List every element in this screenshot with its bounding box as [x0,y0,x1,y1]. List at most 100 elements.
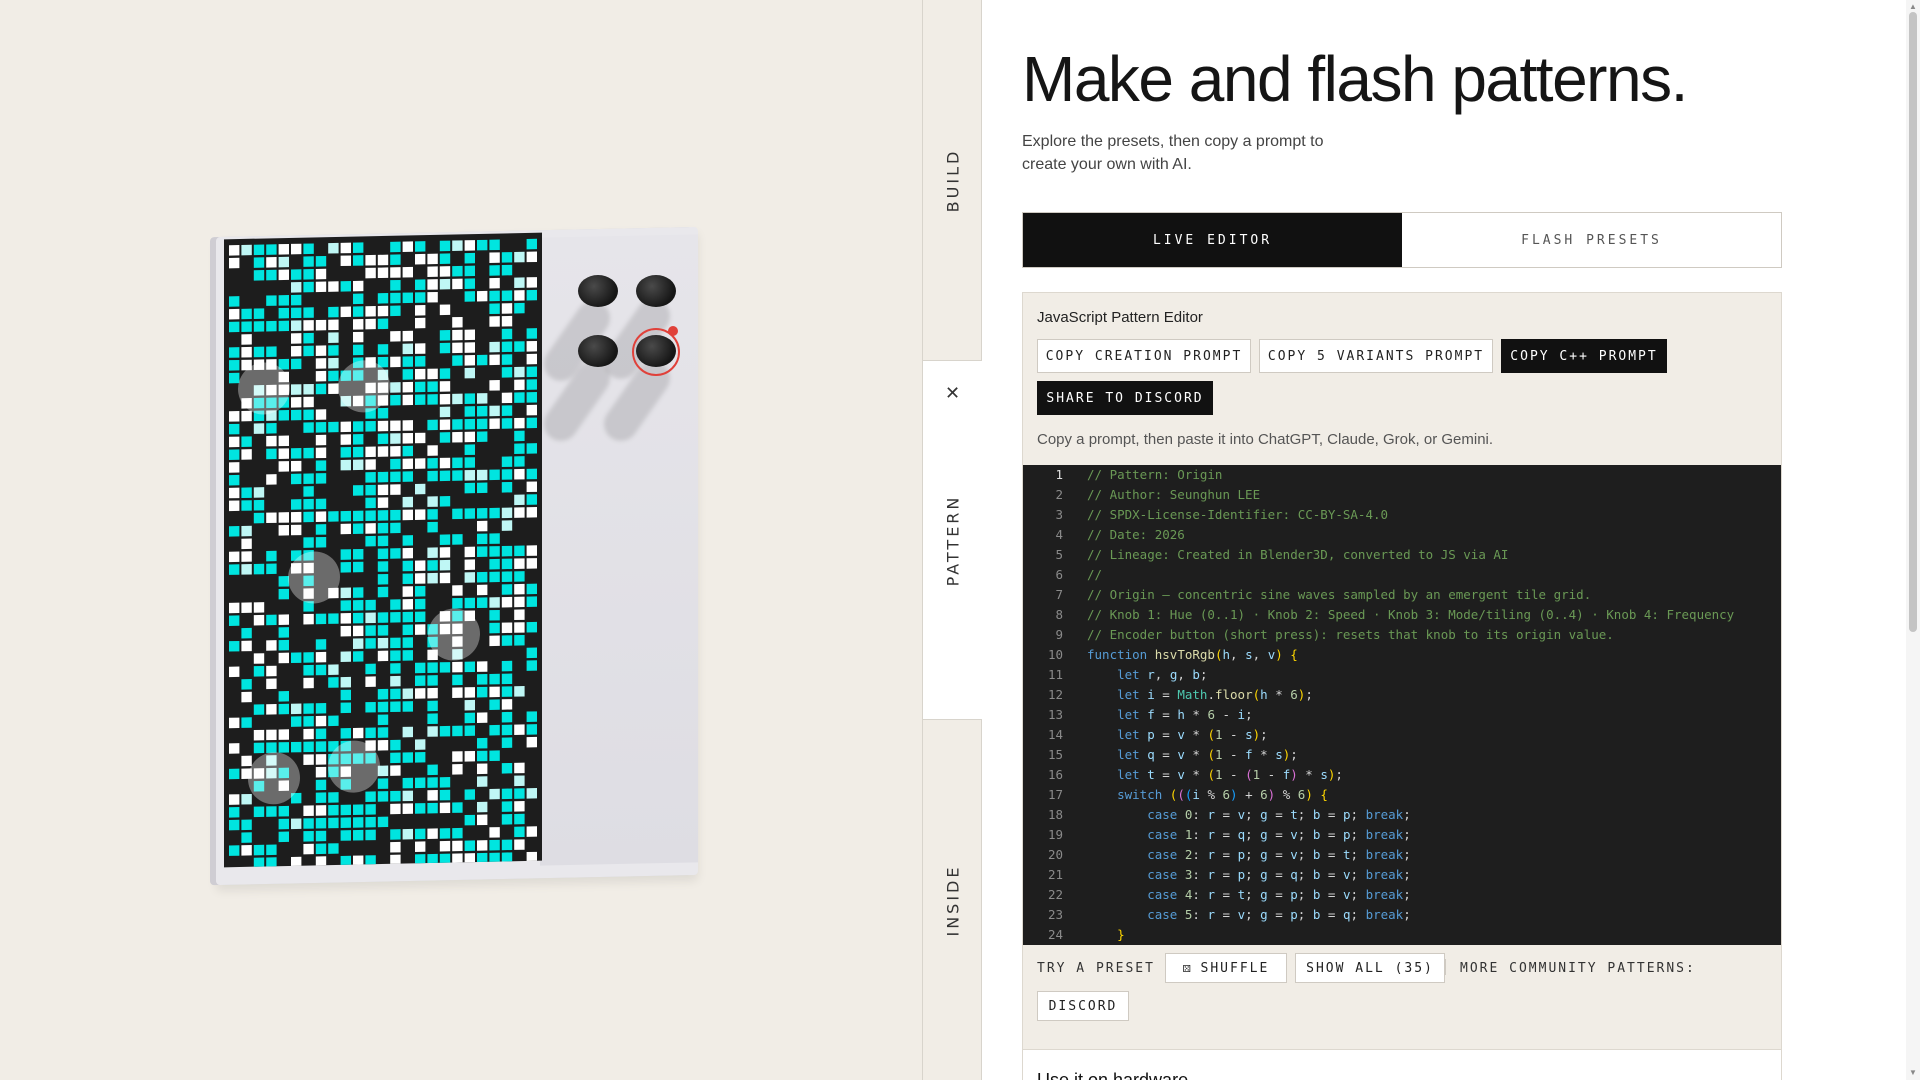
led-pixel [229,462,240,473]
led-pixel [489,507,500,519]
led-pixel [415,394,426,405]
led-pixel [353,293,364,305]
scrollbar[interactable]: ▲ ▼ [1906,0,1920,1080]
code-line[interactable]: 23 case 5: r = v; g = p; b = q; break; [1023,905,1781,925]
led-pixel [340,561,351,573]
led-pixel [315,766,327,778]
code-line[interactable]: 24 } [1023,925,1781,945]
code-line[interactable]: 5 // Lineage: Created in Blender3D, conve… [1023,545,1781,565]
led-pixel [229,819,240,831]
led-pixel [477,661,488,672]
led-pixel [266,512,277,524]
led-pixel [278,243,289,255]
led-pixel [390,663,401,674]
code-line[interactable]: 2 // Author: Seunghun LEE [1023,485,1781,505]
led-pixel [489,265,500,276]
led-pixel [278,256,289,268]
led-pixel [464,482,476,494]
led-pixel [266,474,277,485]
led-pixel [427,394,438,405]
code-line[interactable]: 10 function hsvToRgb(h, s, v) { [1023,645,1781,665]
led-pixel [439,393,451,405]
scroll-down-icon[interactable]: ▼ [1908,1068,1918,1078]
led-pixel [439,662,451,673]
tab-live-editor[interactable]: LIVE EDITOR [1023,213,1402,267]
knob-2[interactable] [636,275,676,307]
scroll-thumb[interactable] [1909,12,1917,632]
led-pixel [365,318,376,330]
led-pixel [241,691,252,703]
scroll-up-icon[interactable]: ▲ [1908,2,1918,12]
nav-pattern[interactable]: ✕ PATTERN [923,360,982,720]
led-pixel [229,794,240,805]
code-text: } [1117,927,1125,942]
code-editor[interactable]: 1 // Pattern: Origin 2 // Author: Seunghun … [1023,465,1781,945]
led-pixel [303,664,314,676]
led-pixel [278,448,289,459]
code-line[interactable]: 20 case 2: r = p; g = v; b = t; break; [1023,845,1781,865]
led-pixel [427,777,438,788]
led-pixel [427,381,438,392]
code-line[interactable]: 13 let f = h * 6 - i; [1023,705,1781,725]
led-pixel [439,406,451,418]
code-line[interactable]: 14 let p = v * (1 - s); [1023,725,1781,745]
led-pixel [415,560,426,572]
led-pixel [390,765,401,776]
code-line[interactable]: 22 case 4: r = t; g = p; b = v; break; [1023,885,1781,905]
code-line[interactable]: 16 let t = v * (1 - (1 - f) * s); [1023,765,1781,785]
led-pixel [278,639,289,651]
code-line[interactable]: 1 // Pattern: Origin [1023,465,1781,485]
led-pixel [452,431,463,443]
led-pixel [390,688,401,700]
led-pixel [229,372,240,384]
led-pixel [439,777,451,788]
led-pixel [489,571,500,583]
copy-variants-prompt-button[interactable]: COPY 5 VARIANTS PROMPT [1259,339,1493,373]
show-all-button[interactable]: SHOW ALL (35) [1295,953,1445,983]
led-pixel [303,805,314,817]
code-line[interactable]: 9 // Encoder button (short press): resets… [1023,625,1781,645]
led-pixel [315,511,327,523]
code-line[interactable]: 11 let r, g, b; [1023,665,1781,685]
code-line[interactable]: 19 case 1: r = q; g = v; b = p; break; [1023,825,1781,845]
code-line[interactable]: 21 case 3: r = p; g = q; b = v; break; [1023,865,1781,885]
led-pixel [390,548,401,559]
discord-link[interactable]: DISCORD [1037,991,1129,1021]
led-pixel [303,613,314,625]
nav-build[interactable]: BUILD [923,0,982,360]
led-pixel [464,546,476,558]
led-pixel [278,295,289,306]
led-pixel [390,471,401,483]
led-pixel [390,420,401,432]
code-line[interactable]: 18 case 0: r = v; g = t; b = p; break; [1023,805,1781,825]
copy-cpp-prompt-button[interactable]: COPY C++ PROMPT [1501,339,1667,373]
nav-inside[interactable]: INSIDE [923,720,982,1080]
led-pixel [353,651,364,662]
led-pixel [402,394,414,406]
device-preview[interactable] [0,0,922,1080]
code-line[interactable]: 7 // Origin — concentric sine waves sampl… [1023,585,1781,605]
code-line[interactable]: 4 // Date: 2026 [1023,525,1781,545]
led-pixel [464,572,476,583]
tab-flash-presets[interactable]: FLASH PRESETS [1402,213,1781,267]
code-line[interactable]: 6 // [1023,565,1781,585]
led-pixel [241,717,252,728]
led-pixel [328,421,339,433]
code-line[interactable]: 15 let q = v * (1 - f * s); [1023,745,1781,765]
knob-3[interactable] [578,335,618,367]
close-icon[interactable]: ✕ [923,383,982,404]
code-line[interactable]: 12 let i = Math.floor(h * 6); [1023,685,1781,705]
code-line[interactable]: 3 // SPDX-License-Identifier: CC-BY-SA-4.… [1023,505,1781,525]
community-label: MORE COMMUNITY PATTERNS: [1460,961,1696,976]
code-line[interactable]: 17 switch (((i % 6) + 6) % 6) { [1023,785,1781,805]
knob-1[interactable] [578,275,618,307]
shuffle-button[interactable]: ⚄ SHUFFLE [1165,953,1287,983]
line-number: 23 [1047,907,1063,922]
led-pixel [501,558,513,570]
share-to-discord-button[interactable]: SHARE TO DISCORD [1037,381,1213,415]
led-pixel [452,827,463,839]
copy-creation-prompt-button[interactable]: COPY CREATION PROMPT [1037,339,1251,373]
led-pixel [439,559,451,571]
led-pixel [427,253,438,265]
code-line[interactable]: 8 // Knob 1: Hue (0..1) · Knob 2: Speed ·… [1023,605,1781,625]
